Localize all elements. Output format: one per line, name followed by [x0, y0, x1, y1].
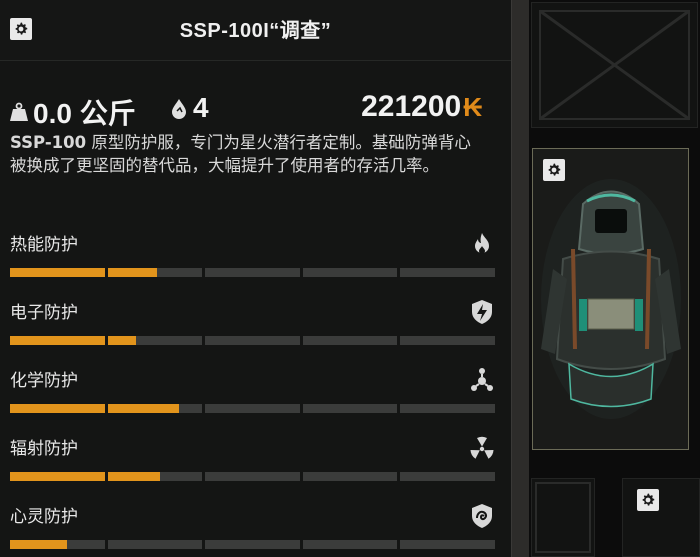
protection-bar-segment: [107, 472, 203, 481]
item-info-panel: SSP-100I“调查” 0.0 公斤 4 221200 ₭ SSP-100 原…: [0, 0, 511, 557]
protection-bar-fill: [107, 336, 136, 345]
weight-icon: [10, 102, 28, 121]
protection-bar-segment: [400, 336, 495, 345]
item-description: SSP-100 原型防护服，专门为星火潜行者定制。基础防弹背心被换成了更坚固的替…: [10, 131, 480, 177]
item-stats: 0.0 公斤 4 221200 ₭: [8, 90, 498, 129]
chemical-icon: [466, 364, 498, 396]
protection-bar: [10, 540, 495, 549]
weight-stat: 0.0 公斤: [8, 92, 136, 132]
item-title: SSP-100I“调查”: [179, 20, 332, 42]
quick-slot-gear-icon[interactable]: [637, 489, 659, 511]
protection-bar-segment: [302, 268, 398, 277]
protection-bar-fill: [10, 472, 105, 481]
protection-bar-segment: [302, 336, 398, 345]
protection-bar-fill: [10, 336, 105, 345]
item-price: 221200 ₭: [361, 90, 482, 124]
protection-bar-segment: [205, 540, 300, 549]
protection-bar: [10, 336, 495, 345]
protection-bar-segment: [302, 404, 398, 413]
protection-bar-segment: [107, 540, 203, 549]
protection-bar-segment: [10, 540, 105, 549]
protection-bar-fill: [107, 472, 160, 481]
protection-bar-segment: [302, 540, 398, 549]
protection-bar-segment: [205, 404, 300, 413]
item-header: SSP-100I“调查”: [0, 0, 511, 61]
empty-slot-top[interactable]: [531, 2, 698, 128]
protection-label: 辐射防护: [10, 439, 78, 459]
electric-shield-icon: [466, 296, 498, 328]
durability-value: 4: [193, 92, 209, 123]
protective-suit-image: [541, 179, 681, 419]
protection-bar: [10, 268, 495, 277]
protection-label: 电子防护: [10, 303, 78, 323]
protection-bar-segment: [10, 472, 105, 481]
panel-divider: [511, 0, 530, 557]
protection-bar-fill: [107, 404, 179, 413]
protection-bar-segment: [10, 404, 105, 413]
armor-slot[interactable]: [532, 148, 689, 450]
currency-symbol: ₭: [463, 92, 482, 122]
protection-bar-segment: [205, 336, 300, 345]
protection-label: 热能防护: [10, 235, 78, 255]
protection-bar-segment: [400, 540, 495, 549]
protection-bar-segment: [400, 472, 495, 481]
empty-slot-x-icon: [539, 9, 690, 121]
protection-bar: [10, 472, 495, 481]
protection-bar-segment: [400, 404, 495, 413]
protection-bar-segment: [107, 404, 203, 413]
psy-shield-icon: [466, 500, 498, 532]
protection-label: 心灵防护: [10, 507, 78, 527]
protection-bar-segment: [107, 268, 203, 277]
protection-bar-fill: [10, 540, 67, 549]
protection-bar-segment: [205, 268, 300, 277]
protection-bar-segment: [205, 472, 300, 481]
radiation-icon: [466, 432, 498, 464]
protection-bar-segment: [400, 268, 495, 277]
weight-value: 0.0 公斤: [33, 98, 136, 129]
empty-slot-frame-icon: [535, 482, 591, 553]
description-code: SSP-100: [10, 133, 87, 152]
drop-icon: [172, 99, 186, 119]
quick-slot[interactable]: [622, 478, 700, 557]
protection-bar-segment: [107, 336, 203, 345]
durability-stat: 4: [168, 92, 209, 124]
protection-bar-fill: [107, 268, 158, 277]
protection-bar-segment: [10, 268, 105, 277]
protection-bar-fill: [10, 404, 105, 413]
protection-bar-fill: [10, 268, 105, 277]
flame-icon: [466, 228, 498, 260]
protection-bar-segment: [10, 336, 105, 345]
equipment-slots-panel: [529, 0, 700, 557]
protection-bar: [10, 404, 495, 413]
price-value: 221200: [361, 90, 462, 123]
empty-slot-small[interactable]: [531, 478, 595, 557]
protection-bar-segment: [302, 472, 398, 481]
protection-label: 化学防护: [10, 371, 78, 391]
